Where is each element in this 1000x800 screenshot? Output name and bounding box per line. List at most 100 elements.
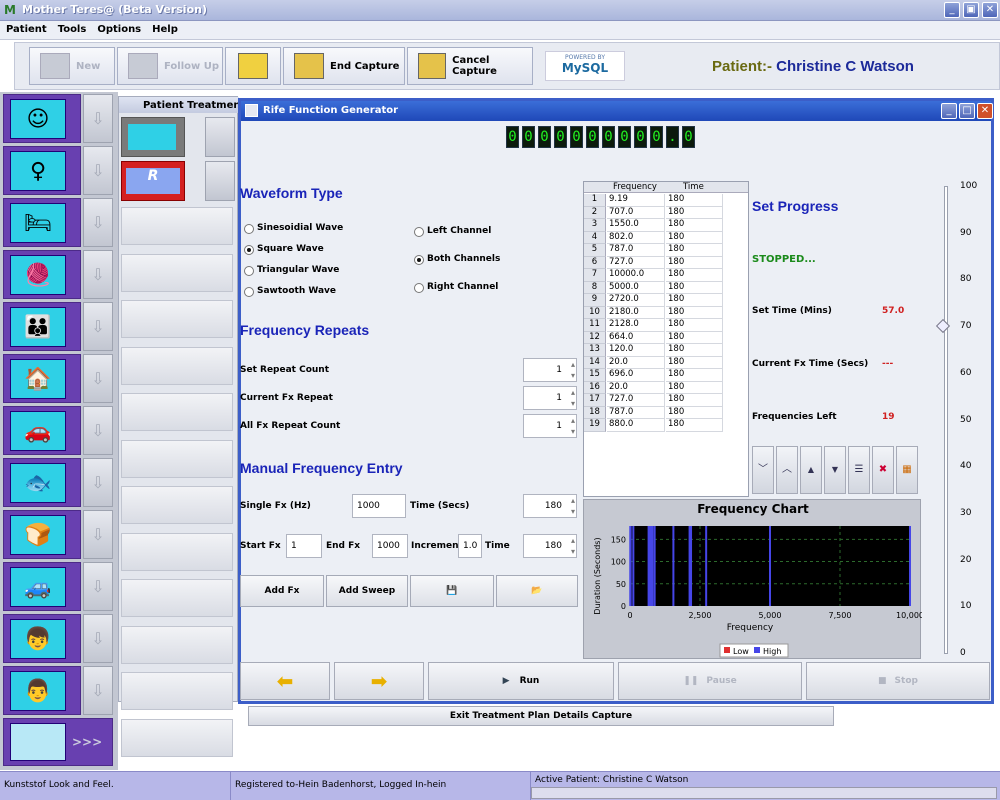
exit-capture-button[interactable]: Exit Treatment Plan Details Capture <box>248 706 834 726</box>
table-row[interactable]: 1 9.19 180 <box>584 194 724 207</box>
frequency-table[interactable]: Frequency Time 1 9.19 180 2 707.0 180 3 1550.0 1… <box>583 181 749 497</box>
stop-button[interactable]: ■ Stop <box>806 662 990 700</box>
sort-descending-button[interactable]: ▼ <box>824 446 846 494</box>
treatment-add-button-1[interactable]: ⇩ <box>83 94 113 143</box>
close-button[interactable]: ✕ <box>982 2 998 18</box>
plan-item-2[interactable]: R <box>121 161 185 201</box>
treatment-add-button-5[interactable]: ⇩ <box>83 302 113 351</box>
menu-patient[interactable]: Patient <box>0 21 52 35</box>
plan-slot[interactable] <box>121 346 233 385</box>
treatment-add-button-6[interactable]: ⇩ <box>83 354 113 403</box>
next-button[interactable]: ➡ <box>334 662 424 700</box>
table-row[interactable]: 11 2128.0 180 <box>584 319 724 332</box>
treatment-button-5[interactable]: 👪 <box>3 302 81 351</box>
save-button[interactable]: 💾 <box>410 575 494 607</box>
plan-item-1[interactable] <box>121 117 185 157</box>
plan-slot[interactable] <box>121 439 233 478</box>
graph-button[interactable]: ▦ <box>896 446 918 494</box>
plan-item-2-action[interactable] <box>205 161 235 201</box>
treatment-add-button-2[interactable]: ⇩ <box>83 146 113 195</box>
menu-help[interactable]: Help <box>146 21 183 35</box>
table-row[interactable]: 4 802.0 180 <box>584 231 724 244</box>
plan-slot[interactable] <box>121 625 233 664</box>
plan-slot[interactable] <box>121 532 233 571</box>
cancel-capture-button[interactable]: Cancel Capture <box>407 47 533 85</box>
more-button[interactable]: >>> <box>3 718 113 766</box>
time-spinner[interactable]: 180 <box>523 534 577 558</box>
new-button[interactable]: New <box>29 47 115 85</box>
table-row[interactable]: 17 727.0 180 <box>584 394 724 407</box>
treatment-add-button-10[interactable]: ⇩ <box>83 562 113 611</box>
treatment-button-12[interactable]: 👨 <box>3 666 81 715</box>
table-row[interactable]: 13 120.0 180 <box>584 344 724 357</box>
set-repeat-spinner[interactable]: 1 <box>523 358 577 382</box>
treatment-add-button-4[interactable]: ⇩ <box>83 250 113 299</box>
treatment-button-2[interactable]: ♀ <box>3 146 81 195</box>
table-row[interactable]: 16 20.0 180 <box>584 381 724 394</box>
table-row[interactable]: 19 880.0 180 <box>584 419 724 432</box>
table-row[interactable]: 18 787.0 180 <box>584 406 724 419</box>
plan-slot[interactable] <box>121 300 233 338</box>
channel-radio-3[interactable] <box>414 283 424 293</box>
table-row[interactable]: 8 5000.0 180 <box>584 281 724 294</box>
treatment-button-9[interactable]: 🍞 <box>3 510 81 559</box>
table-row[interactable]: 3 1550.0 180 <box>584 219 724 232</box>
treatment-add-button-12[interactable]: ⇩ <box>83 666 113 715</box>
open-button[interactable]: 📂 <box>496 575 578 607</box>
add-sweep-button[interactable]: Add Sweep <box>326 575 408 607</box>
menu-options[interactable]: Options <box>91 21 146 35</box>
treatment-button-8[interactable]: 🐟 <box>3 458 81 507</box>
previous-button[interactable]: ⬅ <box>240 662 330 700</box>
plan-slot[interactable] <box>121 207 233 245</box>
table-row[interactable]: 14 20.0 180 <box>584 356 724 369</box>
current-repeat-spinner[interactable]: 1 <box>523 386 577 410</box>
start-fx-input[interactable]: 1 <box>286 534 322 558</box>
plan-slot[interactable] <box>121 393 233 431</box>
table-row[interactable]: 2 707.0 180 <box>584 206 724 219</box>
rife-close-button[interactable]: ✕ <box>977 103 993 119</box>
add-fx-button[interactable]: Add Fx <box>240 575 324 607</box>
minimize-button[interactable]: _ <box>944 2 960 18</box>
table-row[interactable]: 9 2720.0 180 <box>584 294 724 307</box>
rife-minimize-button[interactable]: _ <box>941 103 957 119</box>
treatment-button-11[interactable]: 👦 <box>3 614 81 663</box>
sort-ascending-button[interactable]: ▲ <box>800 446 822 494</box>
treatment-add-button-9[interactable]: ⇩ <box>83 510 113 559</box>
restore-button[interactable]: ▣ <box>963 2 979 18</box>
menu-tools[interactable]: Tools <box>52 21 92 35</box>
waveform-radio-3[interactable] <box>244 266 254 276</box>
table-row[interactable]: 15 696.0 180 <box>584 369 724 382</box>
pause-button[interactable]: ❚❚ Pause <box>618 662 802 700</box>
run-button[interactable]: ▶ Run <box>428 662 614 700</box>
follow-up-button[interactable]: Follow Up <box>117 47 223 85</box>
list-button[interactable]: ☰ <box>848 446 870 494</box>
table-row[interactable]: 7 10000.0 180 <box>584 269 724 282</box>
treatment-button-4[interactable]: 🧶 <box>3 250 81 299</box>
plan-slot[interactable] <box>121 672 233 710</box>
delete-button[interactable]: ✖ <box>872 446 894 494</box>
single-fx-input[interactable]: 1000 <box>352 494 406 518</box>
table-row[interactable]: 10 2180.0 180 <box>584 306 724 319</box>
waveform-radio-1[interactable] <box>244 224 254 234</box>
all-repeat-spinner[interactable]: 1 <box>523 414 577 438</box>
treatment-button-7[interactable]: 🚗 <box>3 406 81 455</box>
channel-radio-1[interactable] <box>414 227 424 237</box>
plan-slot[interactable] <box>121 579 233 617</box>
table-row[interactable]: 5 787.0 180 <box>584 244 724 257</box>
status-scrollbar[interactable] <box>531 787 997 799</box>
treatment-button-1[interactable]: ☺ <box>3 94 81 143</box>
channel-radio-2[interactable] <box>414 255 424 265</box>
end-capture-button[interactable]: End Capture <box>283 47 405 85</box>
treatment-button-10[interactable]: 🚙 <box>3 562 81 611</box>
plan-item-1-action[interactable] <box>205 117 235 157</box>
waveform-radio-2[interactable] <box>244 245 254 255</box>
time-secs-spinner[interactable]: 180 <box>523 494 577 518</box>
move-up-button[interactable]: ︿ <box>776 446 798 494</box>
treatment-add-button-8[interactable]: ⇩ <box>83 458 113 507</box>
treatment-add-button-3[interactable]: ⇩ <box>83 198 113 247</box>
plan-slot[interactable] <box>121 718 233 757</box>
plan-slot[interactable] <box>121 486 233 524</box>
table-row[interactable]: 12 664.0 180 <box>584 331 724 344</box>
waveform-radio-4[interactable] <box>244 287 254 297</box>
table-row[interactable]: 6 727.0 180 <box>584 256 724 269</box>
